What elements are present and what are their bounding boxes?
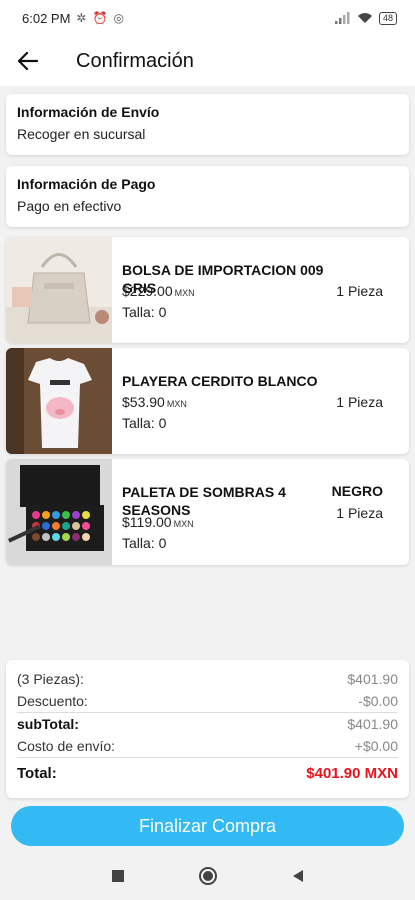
square-icon — [111, 870, 124, 882]
summary-subtotal-value: $401.90 — [347, 716, 398, 732]
triangle-left-icon — [292, 870, 303, 882]
summary-subtotal-row: subTotal: $401.90 — [17, 713, 398, 735]
shipping-info-title: Información de Envío — [17, 104, 160, 120]
shipping-info-value: Recoger en sucursal — [17, 126, 146, 142]
gear-icon: ✲ — [76, 11, 87, 25]
status-bar: 6:02 PM ✲ ⏰ ◎ 48 — [0, 0, 415, 36]
product-details: PALETA DE SOMBRAS 4 SEASONS NEGRO $119.0… — [112, 459, 409, 565]
summary-total-label: Total: — [17, 764, 57, 782]
product-quantity: 1 Pieza — [336, 283, 383, 299]
product-size: Talla: 0 — [122, 415, 167, 431]
page-title: Confirmación — [76, 49, 194, 72]
product-price-value: $229.00 — [122, 283, 173, 299]
product-card: BOLSA DE IMPORTACION 009 GRIS $229.00 MXN… — [6, 237, 409, 343]
home-button[interactable] — [198, 866, 218, 886]
whatsapp-icon: ◎ — [113, 11, 124, 25]
product-currency: MXN — [166, 399, 187, 409]
summary-pieces-label: (3 Piezas): — [17, 671, 84, 687]
alarm-icon: ⏰ — [92, 11, 108, 25]
product-currency: MXN — [174, 288, 195, 298]
product-price: $229.00 MXN — [122, 283, 195, 299]
product-size: Talla: 0 — [122, 535, 167, 551]
app-bar: Confirmación — [0, 36, 415, 86]
summary-discount-row: Descuento: -$0.00 — [17, 690, 398, 712]
arrow-left-icon — [18, 52, 38, 70]
circle-icon — [198, 867, 217, 885]
product-price-value: $119.00 — [122, 514, 172, 530]
product-price: $119.00 MXN — [122, 514, 194, 530]
summary-subtotal-label: subTotal: — [17, 716, 79, 732]
product-currency: MXN — [173, 519, 194, 529]
summary-discount-value: -$0.00 — [358, 693, 398, 709]
finalize-purchase-button[interactable]: Finalizar Compra — [11, 806, 404, 846]
back-button[interactable] — [0, 36, 56, 86]
system-nav-bar — [0, 852, 415, 900]
order-summary: (3 Piezas): $401.90 Descuento: -$0.00 su… — [6, 660, 409, 798]
summary-total-row: Total: $401.90 MXN — [17, 758, 398, 788]
summary-pieces-row: (3 Piezas): $401.90 — [17, 668, 398, 690]
summary-shipping-value: +$0.00 — [354, 738, 398, 754]
recent-apps-button[interactable] — [108, 866, 128, 886]
product-size: Talla: 0 — [122, 304, 167, 320]
wifi-icon — [357, 13, 372, 23]
product-price-value: $53.90 — [122, 394, 165, 410]
product-image-tshirt — [6, 348, 112, 454]
payment-info-card: Información de Pago Pago en efectivo — [6, 166, 409, 227]
summary-shipping-label: Costo de envío: — [17, 738, 116, 754]
product-quantity: 1 Pieza — [336, 394, 383, 410]
product-card: PALETA DE SOMBRAS 4 SEASONS NEGRO $119.0… — [6, 459, 409, 565]
battery-icon: 48 — [378, 11, 397, 25]
signal-icon — [334, 12, 350, 24]
product-variant: NEGRO — [331, 483, 383, 499]
summary-pieces-value: $401.90 — [347, 671, 398, 687]
summary-shipping-row: Costo de envío: +$0.00 — [17, 735, 398, 757]
product-image-bag — [6, 237, 112, 343]
back-nav-button[interactable] — [288, 866, 308, 886]
summary-total-value: $401.90 MXN — [306, 764, 398, 782]
product-price: $53.90 MXN — [122, 394, 187, 410]
product-card: PLAYERA CERDITO BLANCO $53.90 MXN Talla: … — [6, 348, 409, 454]
payment-info-value: Pago en efectivo — [17, 198, 122, 214]
product-name: PLAYERA CERDITO BLANCO — [122, 373, 318, 389]
product-details: BOLSA DE IMPORTACION 009 GRIS $229.00 MXN… — [112, 237, 409, 343]
product-details: PLAYERA CERDITO BLANCO $53.90 MXN Talla: … — [112, 348, 409, 454]
product-image-palette — [6, 459, 112, 565]
product-quantity: 1 Pieza — [336, 505, 383, 521]
payment-info-title: Información de Pago — [17, 176, 156, 192]
summary-discount-label: Descuento: — [17, 693, 88, 709]
status-time: 6:02 PM — [22, 10, 71, 26]
shipping-info-card: Información de Envío Recoger en sucursal — [6, 94, 409, 155]
